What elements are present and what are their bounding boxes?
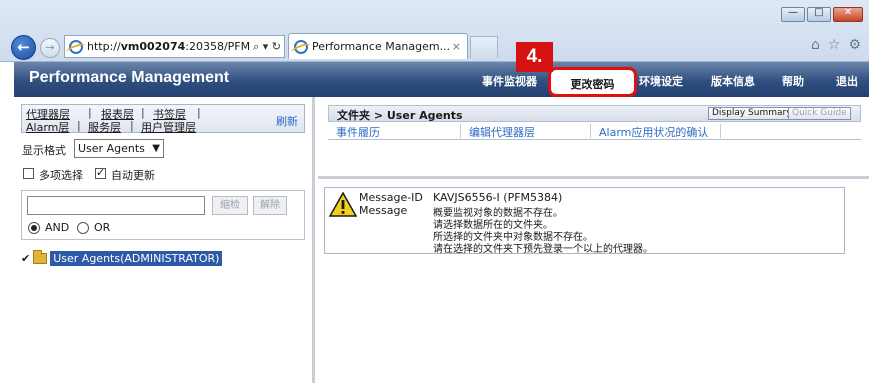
refresh-link[interactable]: 刷新 bbox=[276, 113, 298, 129]
tab-alarm-status[interactable]: Alarm应用状况的确认 bbox=[599, 124, 708, 140]
favorites-icon[interactable]: ☆ bbox=[828, 37, 841, 53]
settings-gear-icon[interactable]: ⚙ bbox=[848, 37, 861, 53]
or-label: OR bbox=[94, 221, 111, 234]
minimize-icon: — bbox=[788, 7, 798, 18]
tab-divider bbox=[590, 124, 591, 138]
multi-select-checkbox[interactable] bbox=[23, 168, 34, 179]
tab-divider bbox=[460, 124, 461, 138]
layer-separator: | bbox=[197, 106, 201, 119]
tree-node-user-agents[interactable]: ✔ User Agents(ADMINISTRATOR) bbox=[21, 249, 223, 266]
breadcrumb: 文件夹 > User Agents bbox=[337, 109, 463, 122]
checkmark-icon: ✔ bbox=[21, 251, 31, 265]
sub-tabs: 事件履历 编辑代理器层 Alarm应用状况的确认 bbox=[328, 122, 861, 140]
address-tools-icons[interactable]: ⌕ ▾ ↻ bbox=[250, 40, 284, 54]
layer-separator: | bbox=[141, 106, 145, 119]
display-format-label: 显示格式 bbox=[22, 144, 66, 157]
filter-panel: 缩检 解除 AND OR bbox=[21, 190, 305, 240]
message-box: Message-ID KAVJS6556-I (PFM5384) Message… bbox=[324, 187, 845, 255]
right-panel: 文件夹 > User Agents Display Summary Quick … bbox=[318, 97, 869, 383]
filter-button[interactable]: 缩检 bbox=[212, 196, 248, 215]
panel-divider bbox=[318, 176, 869, 179]
back-button[interactable]: ← bbox=[11, 35, 36, 60]
close-window-button[interactable]: ✕ bbox=[833, 7, 863, 22]
auto-update-label: 自动更新 bbox=[111, 169, 155, 182]
step-number-badge: 4. bbox=[516, 42, 553, 72]
app-header: Performance Management 事件监视器 环境设定 版本信息 帮… bbox=[14, 62, 869, 97]
change-password-highlight[interactable]: 更改密码 bbox=[548, 67, 637, 97]
layer-menu: 代理器层 | 报表层 | 书签层 | Alarm层 | 服务层 | 用户管理层 … bbox=[21, 104, 305, 135]
browser-toolbar-icons: ⌂ ☆ ⚙ bbox=[811, 37, 861, 53]
tab-close-icon[interactable]: × bbox=[452, 40, 467, 53]
nav-environment-settings[interactable]: 环境设定 bbox=[639, 73, 683, 89]
display-format-select[interactable]: User Agents ▼ bbox=[74, 139, 164, 158]
app-title: Performance Management bbox=[29, 69, 230, 86]
nav-change-password[interactable]: 更改密码 bbox=[551, 76, 634, 92]
tab-edit-agent-layer[interactable]: 编辑代理器层 bbox=[469, 124, 535, 140]
message-line: 请在选择的文件夹下预先登录一个以上的代理器。 bbox=[433, 244, 653, 255]
message-id-label: Message-ID bbox=[359, 191, 423, 204]
browser-chrome: — □ ✕ ← → http://vm002074:20358/PFM ⌕ ▾ … bbox=[0, 0, 869, 62]
nav-logout[interactable]: 退出 bbox=[836, 73, 858, 89]
address-bar[interactable]: http://vm002074:20358/PFM ⌕ ▾ ↻ bbox=[64, 35, 285, 58]
nav-event-monitor[interactable]: 事件监视器 bbox=[482, 73, 537, 89]
maximize-icon: □ bbox=[814, 7, 824, 18]
new-tab-button[interactable] bbox=[470, 36, 498, 58]
ie-icon bbox=[69, 39, 83, 54]
tab-divider bbox=[720, 124, 721, 138]
ie-tab-icon bbox=[294, 39, 308, 54]
message-label: Message bbox=[359, 204, 408, 217]
multi-select-label: 多项选择 bbox=[39, 169, 83, 182]
tab-event-history[interactable]: 事件履历 bbox=[336, 124, 380, 140]
tab-title: Performance Managem... bbox=[312, 40, 451, 53]
or-radio[interactable] bbox=[77, 222, 89, 234]
layer-link-user-management[interactable]: 用户管理层 bbox=[141, 119, 196, 135]
layer-separator: | bbox=[77, 119, 81, 132]
layer-link-service[interactable]: 服务层 bbox=[88, 119, 121, 135]
home-icon[interactable]: ⌂ bbox=[811, 37, 820, 53]
tree-node-label[interactable]: User Agents(ADMINISTRATOR) bbox=[50, 250, 223, 266]
display-summary-button[interactable]: Display Summary bbox=[708, 107, 796, 120]
window-controls: — □ ✕ bbox=[781, 7, 863, 22]
address-url[interactable]: http://vm002074:20358/PFM bbox=[87, 40, 250, 53]
breadcrumb-bar: 文件夹 > User Agents Display Summary Quick … bbox=[328, 105, 861, 122]
layer-separator: | bbox=[130, 119, 134, 132]
and-radio[interactable] bbox=[28, 222, 40, 234]
close-icon: ✕ bbox=[843, 7, 853, 18]
message-id-value: KAVJS6556-I (PFM5384) bbox=[433, 191, 563, 204]
display-format-value: User Agents bbox=[78, 142, 145, 155]
clear-filter-button[interactable]: 解除 bbox=[253, 196, 287, 215]
nav-version-info[interactable]: 版本信息 bbox=[711, 73, 755, 89]
chevron-down-icon: ▼ bbox=[152, 143, 160, 154]
quick-guide-button[interactable]: Quick Guide bbox=[788, 107, 851, 120]
forward-button[interactable]: → bbox=[40, 38, 60, 58]
forward-arrow-icon: → bbox=[45, 41, 55, 54]
layer-separator: | bbox=[88, 106, 92, 119]
tab-performance-management[interactable]: Performance Managem... × bbox=[288, 33, 468, 59]
warning-icon bbox=[329, 192, 357, 217]
and-label: AND bbox=[45, 221, 70, 234]
folder-icon bbox=[33, 249, 48, 264]
layer-link-alarm[interactable]: Alarm层 bbox=[26, 119, 69, 135]
maximize-button[interactable]: □ bbox=[807, 7, 831, 22]
back-arrow-icon: ← bbox=[17, 38, 30, 56]
left-panel: 代理器层 | 报表层 | 书签层 | Alarm层 | 服务层 | 用户管理层 … bbox=[14, 97, 315, 383]
nav-help[interactable]: 帮助 bbox=[782, 73, 804, 89]
filter-input[interactable] bbox=[27, 196, 205, 215]
minimize-button[interactable]: — bbox=[781, 7, 805, 22]
auto-update-checkbox[interactable] bbox=[95, 166, 106, 179]
